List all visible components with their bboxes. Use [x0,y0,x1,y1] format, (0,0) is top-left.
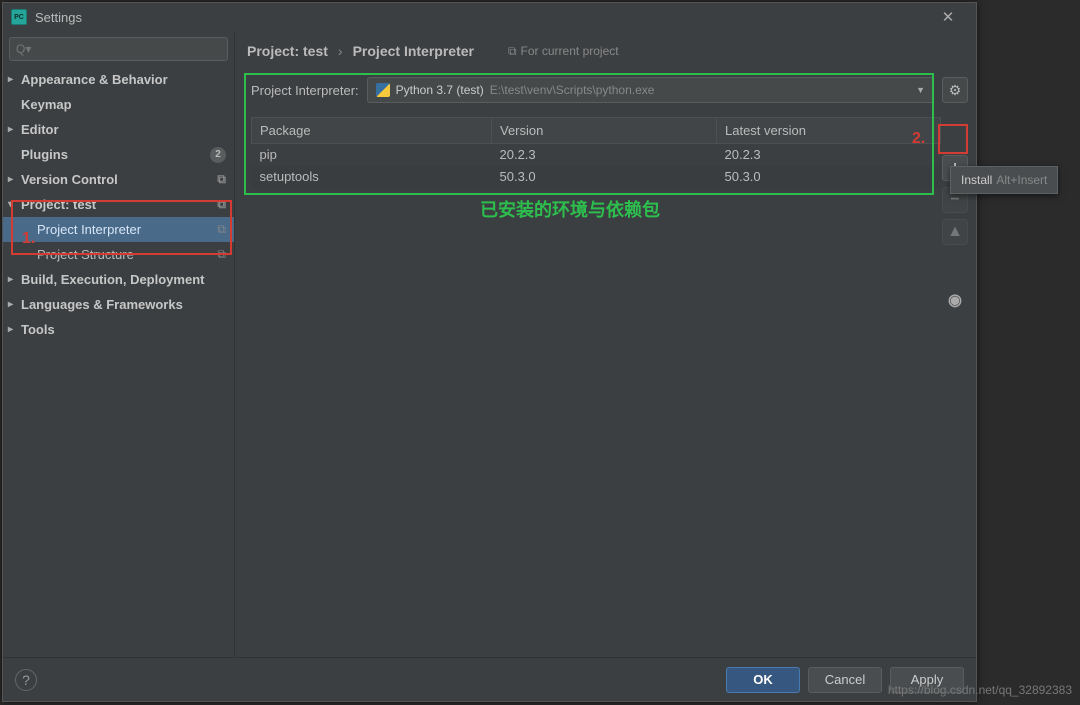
table-row[interactable]: setuptools 50.3.0 50.3.0 [252,166,941,188]
settings-tree: Appearance & Behavior Keymap Editor Plug… [3,67,234,657]
window-title: Settings [35,10,928,25]
sidebar-item-tools[interactable]: Tools [3,317,234,342]
show-early-releases-button[interactable]: ◉ [942,287,968,313]
col-package[interactable]: Package [252,118,492,144]
sidebar-item-project-structure[interactable]: Project Structure ⧉ [3,242,234,267]
pycharm-icon: PC [11,9,27,25]
table-row[interactable]: pip 20.2.3 20.2.3 [252,144,941,166]
breadcrumb-hint: ⧉ For current project [508,44,619,59]
ok-button[interactable]: OK [726,667,800,693]
tooltip-label: Install [961,173,992,187]
plugins-badge: 2 [210,147,226,163]
interpreter-label: Project Interpreter: [251,83,359,98]
help-icon: ? [22,672,30,688]
close-button[interactable]: ✕ [928,8,968,26]
help-button[interactable]: ? [15,669,37,691]
sidebar-item-project-interpreter[interactable]: Project Interpreter ⧉ [3,217,234,242]
breadcrumb-project: Project: test [247,43,328,59]
search-input[interactable] [9,37,228,61]
interpreter-path: E:\test\venv\Scripts\python.exe [490,83,655,97]
sidebar: Appearance & Behavior Keymap Editor Plug… [3,31,235,657]
project-scope-icon: ⧉ [217,197,226,212]
gear-icon: ⚙ [949,82,962,99]
interpreter-settings-button[interactable]: ⚙ [942,77,968,103]
packages-table: Package Version Latest version pip 20.2.… [251,117,941,188]
project-scope-icon: ⧉ [508,44,517,59]
sidebar-item-plugins[interactable]: Plugins 2 [3,142,234,167]
interpreter-dropdown[interactable]: Python 3.7 (test) E:\test\venv\Scripts\p… [367,77,934,103]
col-version[interactable]: Version [492,118,717,144]
sidebar-item-version-control[interactable]: Version Control ⧉ [3,167,234,192]
main-panel: Project: test › Project Interpreter ⧉ Fo… [235,31,976,657]
upgrade-package-button[interactable]: ▲ [942,219,968,245]
titlebar: PC Settings ✕ [3,3,976,31]
chevron-down-icon: ▼ [916,85,925,95]
table-header-row: Package Version Latest version [252,118,941,144]
cancel-button[interactable]: Cancel [808,667,882,693]
breadcrumb-sep: › [338,43,343,59]
apply-button[interactable]: Apply [890,667,964,693]
breadcrumb-page: Project Interpreter [353,43,474,59]
install-tooltip: Install Alt+Insert [950,166,1058,194]
sidebar-item-appearance[interactable]: Appearance & Behavior [3,67,234,92]
sidebar-item-languages[interactable]: Languages & Frameworks [3,292,234,317]
interpreter-name: Python 3.7 (test) [396,83,484,97]
project-scope-icon: ⧉ [217,247,226,262]
dialog-footer: ? OK Cancel Apply [3,657,976,701]
project-scope-icon: ⧉ [217,172,226,187]
sidebar-item-project[interactable]: Project: test ⧉ [3,192,234,217]
breadcrumb: Project: test › Project Interpreter ⧉ Fo… [243,39,976,71]
python-icon [376,83,390,97]
sidebar-item-build[interactable]: Build, Execution, Deployment [3,267,234,292]
sidebar-item-editor[interactable]: Editor [3,117,234,142]
up-arrow-icon: ▲ [947,223,963,241]
settings-window: PC Settings ✕ Appearance & Behavior Keym… [2,2,977,702]
project-scope-icon: ⧉ [217,222,226,237]
tooltip-shortcut: Alt+Insert [996,173,1047,187]
eye-icon: ◉ [948,290,962,310]
col-latest[interactable]: Latest version [717,118,941,144]
sidebar-item-keymap[interactable]: Keymap [3,92,234,117]
